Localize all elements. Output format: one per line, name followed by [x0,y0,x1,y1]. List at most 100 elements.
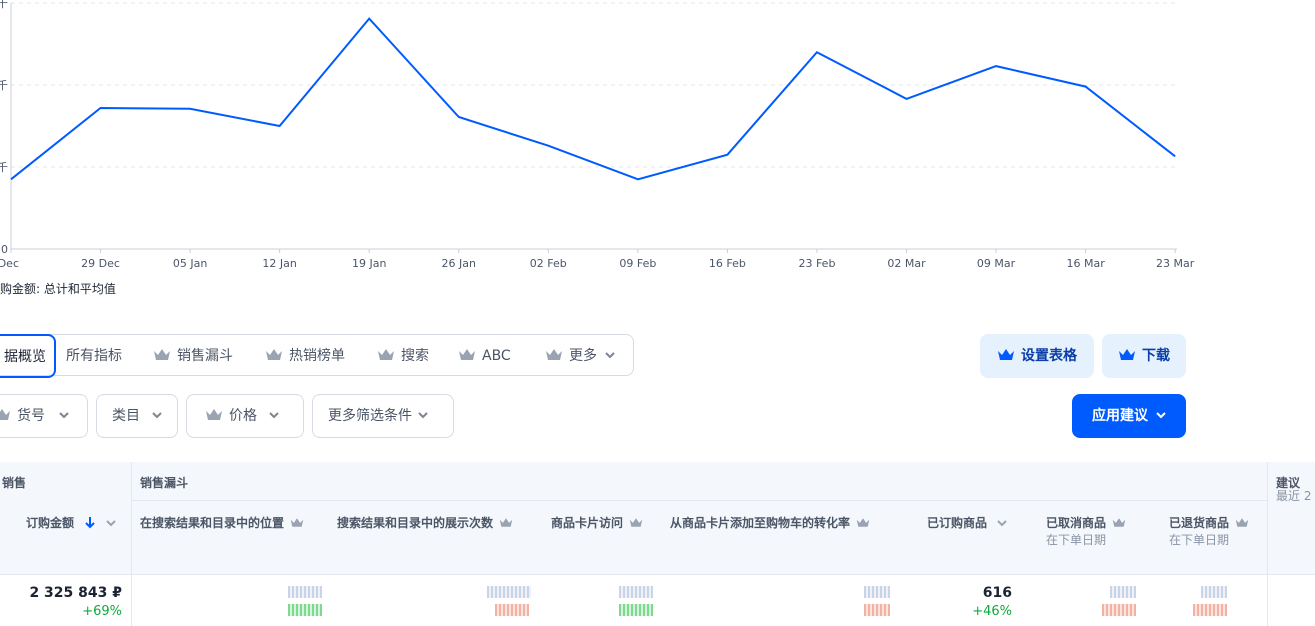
column-impressions[interactable]: 搜索结果和目录中的展示次数 [337,514,513,531]
y-tick-label: 千 [0,79,8,92]
x-tick-label: 23 Feb [798,257,835,270]
tab-label: 热销榜单 [289,348,345,364]
column-label: 已退货商品 [1169,516,1230,530]
report-tabs: 据概览 所有指标 销售漏斗 热销榜单 搜索 ABC 更多 [0,334,634,378]
column-order-amount[interactable]: 订购金额 [26,514,117,531]
chevron-down-icon [59,412,69,419]
x-tick-label: 05 Jan [173,257,207,270]
column-returned-sub: 在下单日期 [1169,533,1230,547]
crown-icon [998,349,1014,360]
filter-price[interactable]: 价格 [186,394,304,438]
chevron-down-icon [1156,412,1166,419]
column-cancelled-items[interactable]: 已取消商品 [1046,514,1126,531]
filter-sku-label: 货号 [17,408,45,424]
filter-sku[interactable]: 货号 [0,394,88,438]
x-tick-label: 16 Feb [709,257,746,270]
chevron-down-icon [106,520,117,527]
column-label: 订购金额 [26,516,75,530]
column-label: 在搜索结果和目录中的位置 [140,516,285,530]
cell-ordered-items: 616 [982,585,1012,601]
column-search-position[interactable]: 在搜索结果和目录中的位置 [140,514,304,531]
crown-icon [499,518,513,527]
cell-order-amount-delta: +69% [82,604,122,619]
chevron-down-icon [418,412,428,419]
apply-suggestions-button[interactable]: 应用建议 [1072,394,1186,438]
x-tick-label: 02 Feb [530,257,567,270]
locked-delta-placeholder [1102,604,1136,616]
column-label: 从商品卡片添加至购物车的转化率 [670,516,851,530]
tab-search[interactable]: 搜索 [377,335,429,377]
tab-label: 搜索 [401,348,429,364]
locked-value-placeholder [1201,586,1227,598]
locked-value-placeholder [288,586,322,598]
chevron-down-icon [269,412,279,419]
x-tick-label: 12 Jan [262,257,296,270]
crown-icon [290,518,304,527]
cell-ordered-items-delta: +46% [972,604,1012,619]
chart-caption: 购金额: 总计和平均值 [0,282,116,296]
filter-more-conditions[interactable]: 更多筛选条件 [312,394,454,438]
chevron-down-icon [152,412,162,419]
y-tick-label: 千 [0,0,8,10]
column-card-visits[interactable]: 商品卡片访问 [551,514,643,531]
locked-delta-placeholder [1193,604,1227,616]
column-returned-items[interactable]: 已退货商品 [1169,514,1249,531]
tab-label: 销售漏斗 [177,348,233,364]
tab-all-metrics[interactable]: 所有指标 [66,335,122,377]
x-tick-label: 09 Feb [619,257,656,270]
crown-icon [206,409,222,420]
x-tick-label: 26 Jan [442,257,476,270]
tab-sales-funnel[interactable]: 销售漏斗 [153,335,233,377]
column-label: 已订购商品 [927,516,988,530]
locked-value-placeholder [864,586,890,598]
download-button[interactable]: 下载 [1102,334,1186,378]
sort-down-icon [85,517,95,529]
locked-value-placeholder [619,586,653,598]
tab-more[interactable]: 更多 [545,335,615,377]
crown-icon [1119,349,1135,360]
locked-delta-placeholder [495,604,529,616]
tab-abc[interactable]: ABC [458,335,511,377]
x-tick-label: 23 Mar [1156,257,1195,270]
crown-icon [266,349,282,360]
tab-overview[interactable]: 据概览 [0,334,56,378]
y-tick-label: 千 [0,161,8,174]
crown-icon [629,518,643,527]
chevron-down-icon [997,520,1007,527]
x-tick-label: 19 Jan [352,257,386,270]
x-tick-label: 09 Mar [977,257,1016,270]
filter-category-label: 类目 [112,408,140,424]
divider [1267,462,1268,626]
locked-delta-placeholder [864,604,890,616]
filter-price-label: 价格 [229,408,257,424]
tab-label: ABC [482,348,511,364]
tab-label: 更多 [569,348,597,364]
filter-more-label: 更多筛选条件 [328,408,412,424]
y-tick-label: 0 [1,243,8,256]
tab-label: 据概览 [4,349,46,365]
column-ordered-items[interactable]: 已订购商品 [927,514,1007,531]
setup-table-label: 设置表格 [1021,348,1077,364]
crown-icon [378,349,394,360]
download-label: 下载 [1142,348,1170,364]
tab-label: 所有指标 [66,348,122,364]
x-tick-label: 16 Mar [1066,257,1105,270]
filter-category[interactable]: 类目 [96,394,178,438]
chevron-down-icon [605,352,615,359]
column-label: 已取消商品 [1046,516,1107,530]
group-recommend-sub: 最近 2 [1276,489,1312,503]
setup-table-button[interactable]: 设置表格 [980,334,1094,378]
crown-icon [154,349,170,360]
tab-bestsellers[interactable]: 热销榜单 [265,335,345,377]
divider [131,462,132,626]
crown-icon [1235,518,1249,527]
group-sales: 销售 [2,476,27,490]
locked-delta-placeholder [288,604,322,616]
locked-delta-placeholder [619,604,653,616]
column-cart-conversion[interactable]: 从商品卡片添加至购物车的转化率 [670,514,870,531]
crown-icon [546,349,562,360]
crown-icon [0,409,10,420]
sales-line-chart: 0千千千 Dec 29 Dec 05 Jan 12 Jan 19 Jan 26 Jan 02… [0,0,1195,270]
group-funnel: 销售漏斗 [140,476,189,490]
crown-icon [856,518,870,527]
